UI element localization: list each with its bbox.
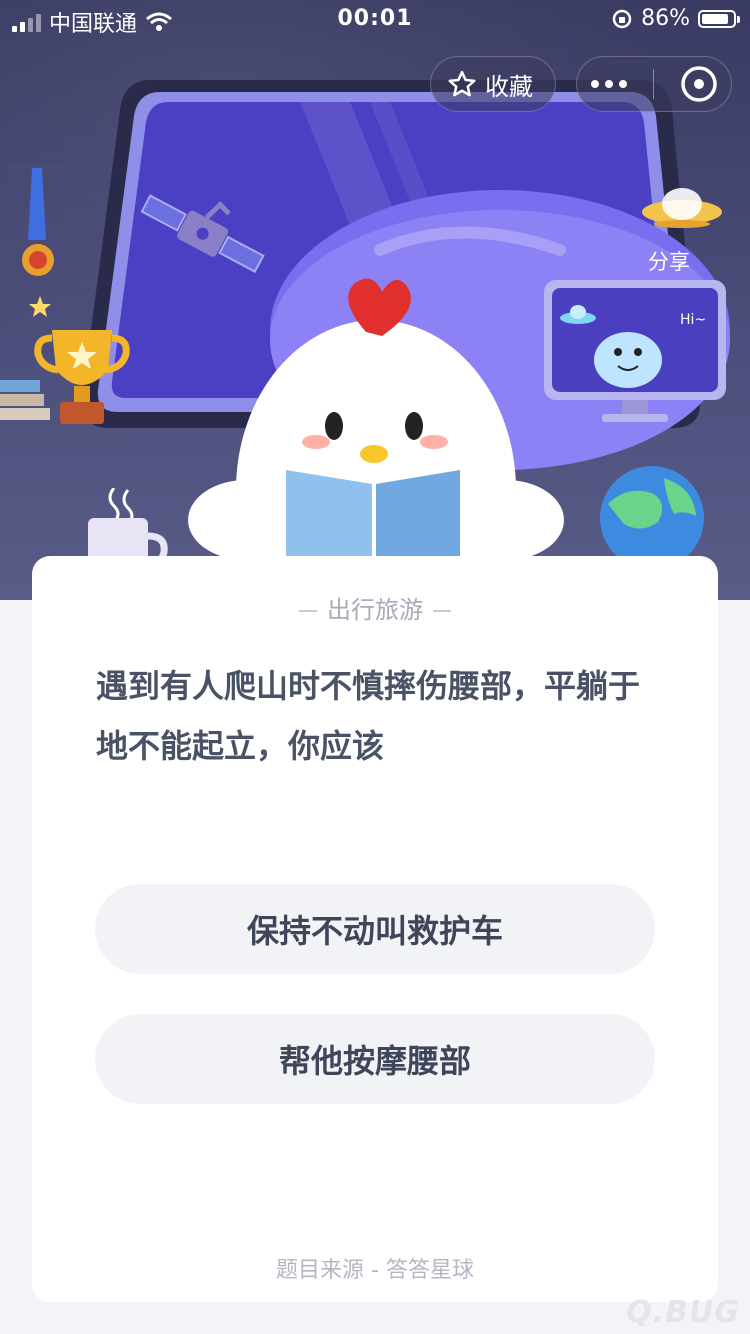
question-text: 遇到有人爬山时不慎摔伤腰部，平躺于地不能起立，你应该	[96, 667, 641, 765]
monitor-alien	[544, 280, 726, 422]
answer-option-1[interactable]: 保持不动叫救护车	[95, 884, 655, 974]
medal-icon	[8, 164, 68, 276]
menu-divider	[653, 69, 655, 99]
category-dash-left	[299, 610, 317, 612]
answer-option-1-label: 保持不动叫救护车	[246, 912, 503, 950]
question-card: 出行旅游 遇到有人爬山时不慎摔伤腰部，平躺于地不能起立，你应该 保持不动叫救护车…	[32, 556, 718, 1302]
watermark: Q.BUG	[626, 1295, 740, 1330]
chicken-mascot	[188, 278, 564, 570]
satellite-icon	[140, 194, 265, 273]
orientation-lock-icon	[612, 9, 632, 28]
more-dots-icon[interactable]	[589, 78, 629, 90]
answer-option-2[interactable]: 帮他按摩腰部	[95, 1014, 655, 1104]
favorite-button[interactable]: 收藏	[430, 56, 556, 112]
answer-option-2-label: 帮他按摩腰部	[278, 1042, 471, 1080]
close-target-icon[interactable]	[679, 64, 719, 104]
question-source: 题目来源 - 答答星球	[276, 1258, 474, 1283]
category-heading: 出行旅游	[32, 590, 718, 625]
favorite-label: 收藏	[485, 72, 533, 101]
ufo-share-icon[interactable]	[638, 176, 728, 246]
category-dash-right	[433, 610, 451, 612]
speech-bubble-text: Hi~	[680, 312, 707, 328]
books-icon	[0, 380, 50, 420]
share-label[interactable]: 分享	[648, 246, 690, 276]
category-label: 出行旅游	[327, 596, 423, 624]
battery-fill	[702, 13, 728, 24]
mini-program-menu	[576, 56, 732, 112]
status-bar: 中国联通 00:01 86%	[0, 0, 750, 40]
star-icon	[448, 70, 476, 97]
status-right: 86%	[611, 6, 740, 31]
battery-percent: 86%	[641, 6, 690, 31]
battery-icon	[698, 9, 740, 28]
